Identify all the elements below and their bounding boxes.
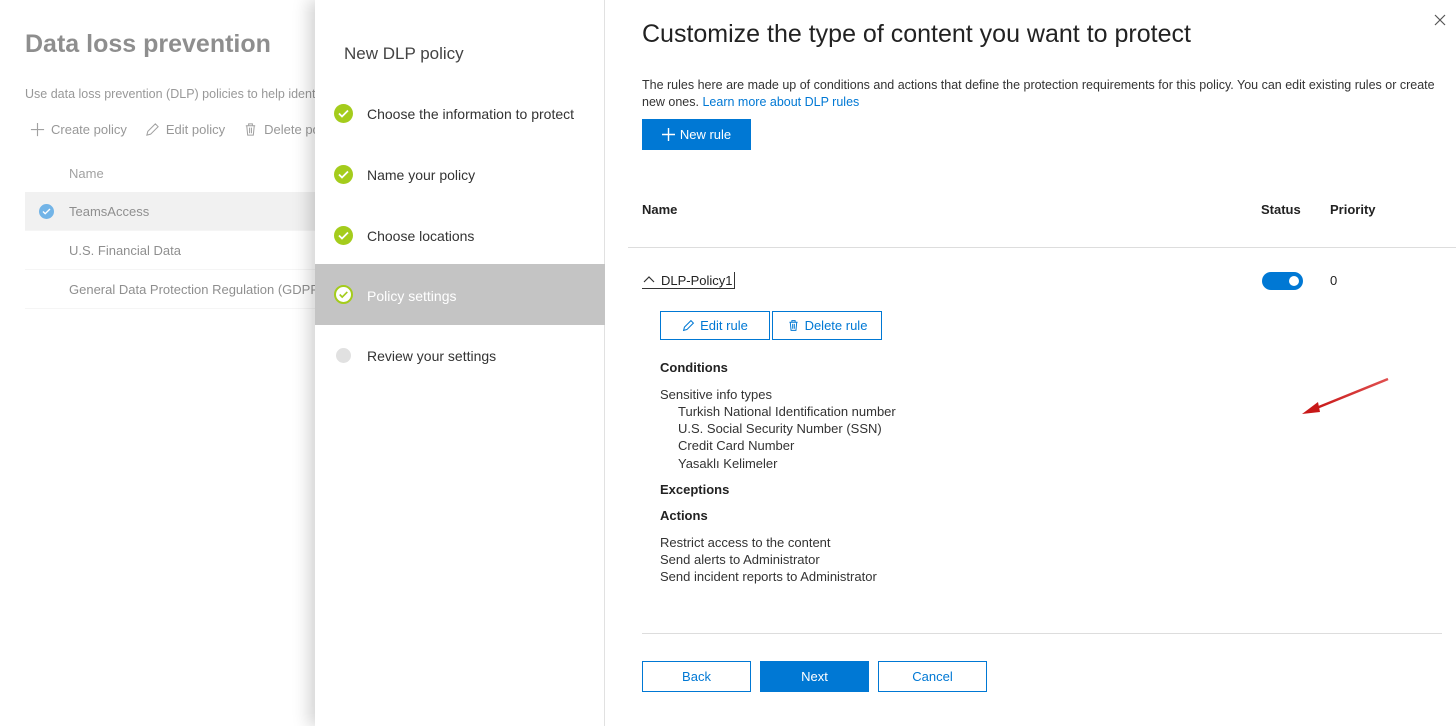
plus-icon <box>661 128 675 141</box>
edit-policy-button[interactable]: Edit policy <box>145 122 225 137</box>
delete-policy-label: Delete po <box>264 122 320 137</box>
exceptions-heading: Exceptions <box>660 482 730 497</box>
table-row[interactable]: U.S. Financial Data <box>25 231 325 270</box>
column-header-status[interactable]: Status <box>1261 202 1301 217</box>
edit-policy-label: Edit policy <box>165 122 226 137</box>
delete-rule-label: Delete rule <box>804 318 868 333</box>
table-row[interactable]: TeamsAccess <box>25 192 325 231</box>
empty-circle-icon <box>336 348 351 363</box>
step-choose-locations[interactable]: Choose locations <box>315 205 605 266</box>
page-description: Use data loss prevention (DLP) policies … <box>25 87 316 101</box>
step-label: Choose the information to protect <box>367 106 575 122</box>
list-item: Yasaklı Kelimeler <box>678 456 778 471</box>
check-circle-icon <box>334 285 353 304</box>
rule-status-toggle[interactable] <box>1262 272 1303 290</box>
pencil-icon <box>146 123 159 136</box>
edit-rule-label: Edit rule <box>700 318 748 333</box>
page-title: Data loss prevention <box>25 30 271 58</box>
rule-expander[interactable]: DLP-Policy1 <box>642 272 735 289</box>
policy-list: Name TeamsAccess U.S. Financial Data Gen… <box>25 155 325 309</box>
next-button[interactable]: Next <box>760 661 869 692</box>
step-choose-information[interactable]: Choose the information to protect <box>315 83 605 144</box>
checkmark-icon <box>39 204 54 219</box>
close-icon[interactable] <box>1432 12 1448 28</box>
check-circle-icon <box>334 165 353 184</box>
column-header-priority[interactable]: Priority <box>1330 202 1376 217</box>
trash-icon <box>245 123 256 136</box>
footer-divider <box>642 633 1442 634</box>
new-rule-button[interactable]: New rule <box>642 119 751 150</box>
chevron-up-icon <box>643 276 655 283</box>
table-row[interactable]: General Data Protection Regulation (GDPR <box>25 270 325 309</box>
list-item: U.S. Social Security Number (SSN) <box>678 421 882 436</box>
wizard-title: New DLP policy <box>344 44 464 63</box>
row-name: U.S. Financial Data <box>69 243 181 258</box>
delete-policy-button[interactable]: Delete po <box>243 122 320 137</box>
page-description: The rules here are made up of conditions… <box>642 77 1442 111</box>
edit-rule-button[interactable]: Edit rule <box>660 311 770 340</box>
step-policy-settings[interactable]: Policy settings <box>315 264 605 325</box>
new-rule-label: New rule <box>679 127 732 142</box>
back-button[interactable]: Back <box>642 661 751 692</box>
list-item: Send alerts to Administrator <box>660 552 820 567</box>
list-item: Credit Card Number <box>678 438 795 453</box>
step-label: Policy settings <box>367 288 457 304</box>
page-heading: Customize the type of content you want t… <box>642 20 1191 48</box>
wizard-panel: New DLP policy Choose the information to… <box>315 0 1456 726</box>
check-circle-icon <box>334 104 353 123</box>
cancel-button[interactable]: Cancel <box>878 661 987 692</box>
wizard-steps: New DLP policy Choose the information to… <box>315 0 605 726</box>
list-item: Turkish National Identification number <box>678 404 896 419</box>
actions-heading: Actions <box>660 508 708 523</box>
step-name-policy[interactable]: Name your policy <box>315 144 605 205</box>
rule-name: DLP-Policy1 <box>661 272 733 288</box>
conditions-heading: Conditions <box>660 360 728 375</box>
rule-priority: 0 <box>1330 273 1338 288</box>
plus-icon <box>30 122 45 137</box>
row-name: TeamsAccess <box>69 204 150 219</box>
step-label: Choose locations <box>367 228 475 244</box>
list-item: Restrict access to the content <box>660 535 831 550</box>
annotation-arrow-icon <box>1302 377 1389 414</box>
pencil-icon <box>683 319 695 332</box>
step-review-settings[interactable]: Review your settings <box>315 326 605 387</box>
list-item: Send incident reports to Administrator <box>660 569 877 584</box>
row-name: General Data Protection Regulation (GDPR <box>69 282 320 297</box>
column-header-name[interactable]: Name <box>642 202 677 217</box>
step-label: Review your settings <box>367 348 497 364</box>
header-divider <box>628 247 1456 248</box>
toggle-knob <box>1289 276 1299 286</box>
create-policy-button[interactable]: Create policy <box>30 122 127 137</box>
command-bar: Create policy Edit policy Delete po <box>30 122 320 137</box>
step-label: Name your policy <box>367 167 476 183</box>
learn-more-link[interactable]: Learn more about DLP rules <box>702 95 859 109</box>
delete-rule-button[interactable]: Delete rule <box>772 311 882 340</box>
list-header-name: Name <box>69 166 104 181</box>
create-policy-label: Create policy <box>51 122 127 137</box>
trash-icon <box>789 320 798 331</box>
check-circle-icon <box>334 226 353 245</box>
sensitive-info-label: Sensitive info types <box>660 387 773 402</box>
